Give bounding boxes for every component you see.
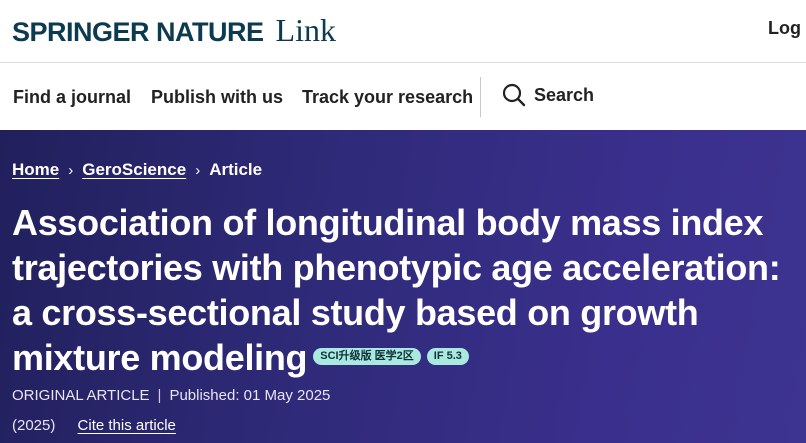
article-meta-secondary: (2025) Cite this article	[12, 417, 176, 434]
chevron-right-icon: ›	[68, 161, 74, 179]
logo-brand-text: SPRINGER NATURE	[12, 17, 264, 47]
cite-article-link[interactable]: Cite this article	[78, 417, 176, 434]
breadcrumb: Home › GeroScience › Article	[12, 160, 262, 180]
article-year: (2025)	[12, 417, 56, 434]
main-nav: Find a journal Publish with us Track you…	[0, 63, 806, 130]
search-icon	[502, 83, 526, 107]
article-hero: Home › GeroScience › Article Association…	[0, 130, 806, 443]
nav-track-research[interactable]: Track your research	[302, 87, 473, 108]
logo-product-text: Link	[275, 12, 336, 48]
article-meta: ORIGINAL ARTICLE | Published: 01 May 2025	[12, 387, 330, 404]
article-type: ORIGINAL ARTICLE	[12, 387, 150, 404]
nav-publish[interactable]: Publish with us	[151, 87, 283, 108]
impact-factor-badge: IF 5.3	[426, 347, 469, 365]
meta-divider: |	[157, 387, 162, 404]
search-button[interactable]: Search	[502, 83, 594, 107]
springer-nature-link-logo[interactable]: SPRINGER NATURE Link	[12, 12, 336, 48]
nav-divider	[480, 77, 481, 117]
chevron-right-icon: ›	[195, 161, 201, 179]
sci-rank-badge: SCI升级版 医学2区	[313, 347, 421, 365]
site-header: SPRINGER NATURE Link Log i	[0, 0, 806, 63]
login-link[interactable]: Log i	[768, 18, 806, 39]
breadcrumb-current: Article	[209, 160, 263, 179]
search-label: Search	[534, 84, 595, 105]
breadcrumb-journal[interactable]: GeroScience	[82, 160, 186, 180]
published-date: Published: 01 May 2025	[169, 387, 331, 404]
breadcrumb-home[interactable]: Home	[12, 160, 59, 180]
article-title-block: Association of longitudinal body mass in…	[12, 200, 802, 380]
nav-find-journal[interactable]: Find a journal	[13, 87, 131, 108]
